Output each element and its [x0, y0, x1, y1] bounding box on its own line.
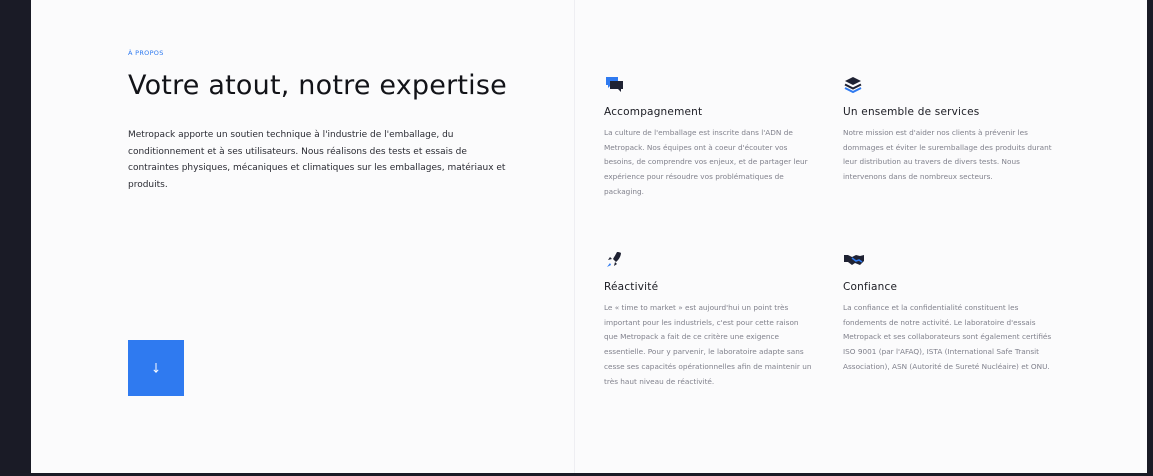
feature-confiance: Confiance La confiance et la confidentia…: [843, 251, 1053, 375]
feature-services: Un ensemble de services Notre mission es…: [843, 76, 1053, 185]
section-eyebrow: À PROPOS: [128, 49, 164, 57]
intro-paragraph: Metropack apporte un soutien technique à…: [128, 130, 506, 190]
arrow-down-icon: [153, 363, 159, 373]
chat-bubbles-icon: [606, 77, 623, 92]
feature-text: Notre mission est d'aider nos clients à …: [843, 128, 1052, 182]
feature-text: La culture de l'emballage est inscrite d…: [604, 128, 808, 196]
feature-title: Un ensemble de services: [843, 106, 980, 118]
feature-reactivite: Réactivité Le « time to market » est auj…: [604, 251, 814, 389]
page-frame: À PROPOS Votre atout, notre expertise Me…: [31, 0, 1147, 473]
feature-text: Le « time to market » est aujourd'hui un…: [604, 303, 812, 386]
feature-title: Réactivité: [604, 281, 659, 293]
handshake-icon: [844, 255, 864, 265]
feature-title: Confiance: [843, 281, 898, 293]
feature-text: La confiance et la confidentialité const…: [843, 303, 1052, 371]
layers-icon: [844, 77, 862, 94]
feature-title: Accompagnement: [604, 106, 703, 118]
scroll-down-button[interactable]: [128, 340, 184, 396]
page-title: Votre atout, notre expertise: [128, 70, 507, 101]
rocket-icon: [607, 252, 621, 267]
feature-accompagnement: Accompagnement La culture de l'emballage…: [604, 76, 814, 200]
section-divider: [574, 0, 575, 473]
